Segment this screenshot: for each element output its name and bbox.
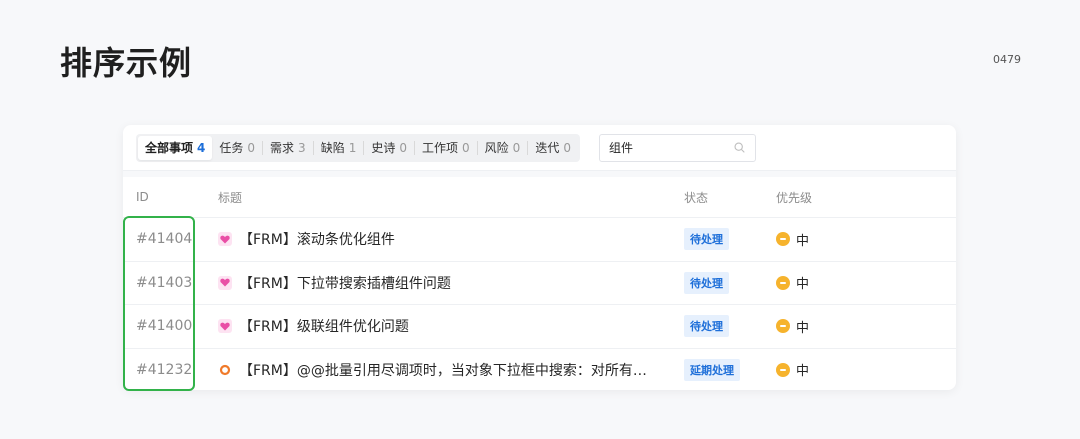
tab-all[interactable]: 全部事项 4 [138,135,213,160]
tab-count: 0 [247,140,256,155]
table-row[interactable]: #41400 【FRM】级联组件优化问题 待处理 中 [123,304,956,348]
tab-iteration[interactable]: 迭代 0 [528,136,578,160]
issue-title[interactable]: 【FRM】级联组件优化问题 [239,316,409,336]
priority-label: 中 [796,364,810,380]
tab-label: 迭代 [535,141,560,155]
table-row[interactable]: #41232 【FRM】@@批量引用尽调项时，当对象下拉框中搜索：对所有配… 延… [123,347,956,391]
status-badge[interactable]: 待处理 [684,315,729,338]
status-cell: 待处理 [684,315,776,338]
status-cell: 待处理 [684,228,776,251]
priority-cell[interactable]: 中 [776,230,896,249]
status-cell: 延期处理 [684,358,776,381]
tab-label: 需求 [270,141,295,155]
issue-title[interactable]: 【FRM】@@批量引用尽调项时，当对象下拉框中搜索：对所有配… [239,360,659,380]
issue-list-card: 全部事项4 任务0 需求3 缺陷1 史诗0 工作项0 风险0 迭代0 ID 标题… [123,125,956,390]
status-badge[interactable]: 延期处理 [684,358,740,381]
tab-label: 全部事项 [145,141,194,155]
tab-count: 1 [348,140,357,155]
priority-label: 中 [796,233,810,249]
issue-title-cell[interactable]: 【FRM】滚动条优化组件 [218,229,684,249]
priority-medium-icon [776,319,790,334]
heart-icon [218,275,232,290]
tab-risk[interactable]: 风险 0 [478,136,528,160]
priority-label: 中 [796,277,810,293]
header-priority[interactable]: 优先级 [776,189,896,206]
header-id[interactable]: ID [123,190,218,204]
heart-icon [218,319,232,334]
header-title[interactable]: 标题 [218,189,684,206]
tab-task[interactable]: 任务 0 [212,136,262,160]
issue-title-cell[interactable]: 【FRM】下拉带搜索插槽组件问题 [218,273,684,293]
heart-icon [218,232,232,247]
tab-label: 风险 [484,141,509,155]
tab-count: 3 [298,140,306,155]
status-badge[interactable]: 待处理 [684,271,729,294]
tab-requirement[interactable]: 需求 3 [263,136,313,160]
tab-label: 任务 [219,141,244,155]
tab-count: 0 [563,140,571,155]
status-badge[interactable]: 待处理 [684,228,729,251]
issue-id[interactable]: #41403 [123,275,218,291]
issue-id[interactable]: #41404 [123,231,218,247]
tab-work-item[interactable]: 工作项 0 [415,136,477,160]
issue-id[interactable]: #41400 [123,318,218,334]
tab-label: 工作项 [422,141,459,155]
tab-bug[interactable]: 缺陷 1 [314,136,364,160]
issue-title-cell[interactable]: 【FRM】@@批量引用尽调项时，当对象下拉框中搜索：对所有配… [218,360,684,380]
table-header: ID 标题 状态 优先级 [123,171,956,217]
issue-title-cell[interactable]: 【FRM】级联组件优化问题 [218,316,684,336]
tab-count: 0 [512,140,521,155]
issue-id[interactable]: #41232 [123,362,218,378]
page-title: 排序示例 [60,44,193,82]
priority-cell[interactable]: 中 [776,273,896,292]
priority-cell[interactable]: 中 [776,360,896,379]
page-number: 0479 [993,53,1021,66]
tab-count: 0 [399,140,407,155]
issue-title[interactable]: 【FRM】滚动条优化组件 [239,229,395,249]
tab-count: 0 [462,140,470,155]
ring-icon [218,363,232,377]
toolbar: 全部事项 4 任务 0 需求 3 缺陷 1 史诗 0 工作项 0 风险 0 迭代 0 [123,125,956,171]
filter-tabs: 全部事项 4 任务 0 需求 3 缺陷 1 史诗 0 工作项 0 风险 0 迭代 0 [136,133,580,162]
priority-medium-icon [776,232,790,247]
tab-epic[interactable]: 史诗 0 [364,136,414,160]
search-box [598,133,756,162]
priority-medium-icon [776,275,790,290]
tab-count: 4 [197,140,206,155]
search-icon[interactable] [733,141,746,154]
tab-label: 缺陷 [320,141,345,155]
priority-label: 中 [796,320,810,336]
header-status[interactable]: 状态 [684,189,776,206]
search-input[interactable] [608,140,719,155]
table-row[interactable]: #41403 【FRM】下拉带搜索插槽组件问题 待处理 中 [123,260,956,305]
issue-title[interactable]: 【FRM】下拉带搜索插槽组件问题 [239,273,451,293]
status-cell: 待处理 [684,271,776,294]
table-row[interactable]: #41404 【FRM】滚动条优化组件 待处理 中 [123,217,956,261]
tab-label: 史诗 [371,141,396,155]
priority-medium-icon [776,362,790,377]
priority-cell[interactable]: 中 [776,317,896,336]
